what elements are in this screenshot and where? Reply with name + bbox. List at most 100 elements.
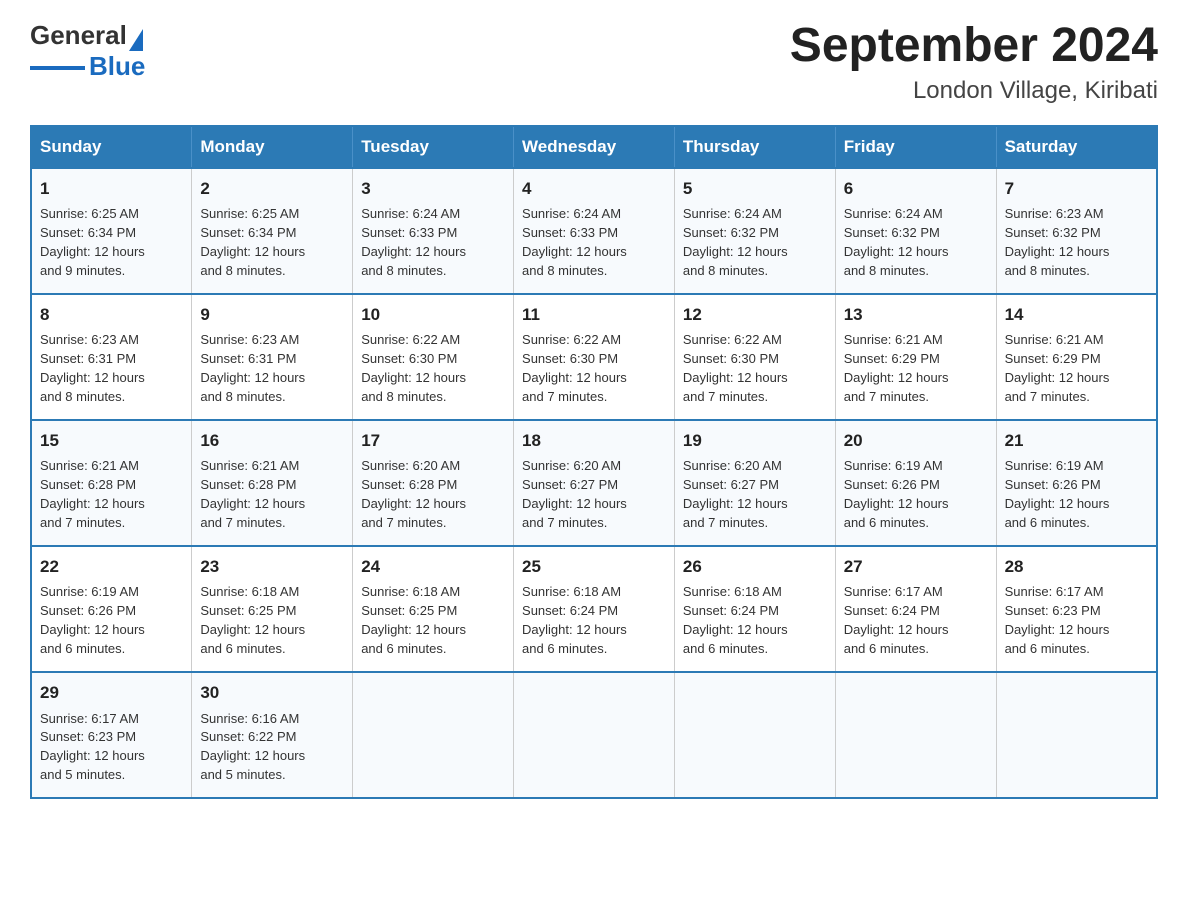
day-info: Sunrise: 6:20 AMSunset: 6:27 PMDaylight:… bbox=[522, 457, 666, 532]
header-day-sunday: Sunday bbox=[31, 126, 192, 168]
calendar-table: SundayMondayTuesdayWednesdayThursdayFrid… bbox=[30, 125, 1158, 799]
day-number: 7 bbox=[1005, 177, 1148, 202]
day-info: Sunrise: 6:17 AMSunset: 6:23 PMDaylight:… bbox=[40, 710, 183, 785]
day-cell: 12Sunrise: 6:22 AMSunset: 6:30 PMDayligh… bbox=[674, 294, 835, 420]
day-info: Sunrise: 6:25 AMSunset: 6:34 PMDaylight:… bbox=[40, 205, 183, 280]
day-info: Sunrise: 6:23 AMSunset: 6:31 PMDaylight:… bbox=[40, 331, 183, 406]
day-cell: 6 Sunrise: 6:24 AMSunset: 6:32 PMDaylight… bbox=[835, 168, 996, 294]
day-number: 26 bbox=[683, 555, 827, 580]
day-cell: 13 Sunrise: 6:21 AMSunset: 6:29 PMDayligh… bbox=[835, 294, 996, 420]
day-info: Sunrise: 6:24 AMSunset: 6:33 PMDaylight:… bbox=[361, 205, 505, 280]
day-cell: 20Sunrise: 6:19 AMSunset: 6:26 PMDayligh… bbox=[835, 420, 996, 546]
header-day-wednesday: Wednesday bbox=[514, 126, 675, 168]
week-row-3: 15Sunrise: 6:21 AMSunset: 6:28 PMDayligh… bbox=[31, 420, 1157, 546]
day-number: 30 bbox=[200, 681, 344, 706]
day-info: Sunrise: 6:23 AMSunset: 6:31 PMDaylight:… bbox=[200, 331, 344, 406]
day-cell: 24Sunrise: 6:18 AMSunset: 6:25 PMDayligh… bbox=[353, 546, 514, 672]
week-row-1: 1 Sunrise: 6:25 AMSunset: 6:34 PMDaylight… bbox=[31, 168, 1157, 294]
day-cell bbox=[514, 672, 675, 798]
day-cell: 11 Sunrise: 6:22 AMSunset: 6:30 PMDayligh… bbox=[514, 294, 675, 420]
day-cell: 22Sunrise: 6:19 AMSunset: 6:26 PMDayligh… bbox=[31, 546, 192, 672]
day-number: 18 bbox=[522, 429, 666, 454]
day-info: Sunrise: 6:21 AMSunset: 6:29 PMDaylight:… bbox=[844, 331, 988, 406]
day-cell: 25 Sunrise: 6:18 AMSunset: 6:24 PMDayligh… bbox=[514, 546, 675, 672]
header-row: SundayMondayTuesdayWednesdayThursdayFrid… bbox=[31, 126, 1157, 168]
calendar-title: September 2024 bbox=[790, 20, 1158, 73]
day-cell: 18 Sunrise: 6:20 AMSunset: 6:27 PMDayligh… bbox=[514, 420, 675, 546]
day-info: Sunrise: 6:21 AMSunset: 6:29 PMDaylight:… bbox=[1005, 331, 1148, 406]
day-cell: 23 Sunrise: 6:18 AMSunset: 6:25 PMDayligh… bbox=[192, 546, 353, 672]
day-info: Sunrise: 6:20 AMSunset: 6:28 PMDaylight:… bbox=[361, 457, 505, 532]
day-number: 5 bbox=[683, 177, 827, 202]
day-info: Sunrise: 6:22 AMSunset: 6:30 PMDaylight:… bbox=[522, 331, 666, 406]
header-day-thursday: Thursday bbox=[674, 126, 835, 168]
day-info: Sunrise: 6:20 AMSunset: 6:27 PMDaylight:… bbox=[683, 457, 827, 532]
week-row-4: 22Sunrise: 6:19 AMSunset: 6:26 PMDayligh… bbox=[31, 546, 1157, 672]
week-row-2: 8 Sunrise: 6:23 AMSunset: 6:31 PMDaylight… bbox=[31, 294, 1157, 420]
day-cell bbox=[996, 672, 1157, 798]
week-row-5: 29 Sunrise: 6:17 AMSunset: 6:23 PMDayligh… bbox=[31, 672, 1157, 798]
day-number: 17 bbox=[361, 429, 505, 454]
logo-text-general: General bbox=[30, 20, 127, 51]
day-cell: 15Sunrise: 6:21 AMSunset: 6:28 PMDayligh… bbox=[31, 420, 192, 546]
day-cell: 2 Sunrise: 6:25 AMSunset: 6:34 PMDaylight… bbox=[192, 168, 353, 294]
header-day-tuesday: Tuesday bbox=[353, 126, 514, 168]
day-cell: 16Sunrise: 6:21 AMSunset: 6:28 PMDayligh… bbox=[192, 420, 353, 546]
day-cell: 1 Sunrise: 6:25 AMSunset: 6:34 PMDaylight… bbox=[31, 168, 192, 294]
logo-line bbox=[30, 66, 85, 70]
calendar-body: 1 Sunrise: 6:25 AMSunset: 6:34 PMDaylight… bbox=[31, 168, 1157, 798]
day-info: Sunrise: 6:16 AMSunset: 6:22 PMDaylight:… bbox=[200, 710, 344, 785]
title-block: September 2024 London Village, Kiribati bbox=[790, 20, 1158, 105]
day-number: 10 bbox=[361, 303, 505, 328]
day-number: 25 bbox=[522, 555, 666, 580]
day-number: 24 bbox=[361, 555, 505, 580]
day-cell: 19 Sunrise: 6:20 AMSunset: 6:27 PMDayligh… bbox=[674, 420, 835, 546]
day-cell: 17 Sunrise: 6:20 AMSunset: 6:28 PMDayligh… bbox=[353, 420, 514, 546]
day-info: Sunrise: 6:21 AMSunset: 6:28 PMDaylight:… bbox=[40, 457, 183, 532]
day-cell bbox=[835, 672, 996, 798]
day-number: 2 bbox=[200, 177, 344, 202]
header-day-friday: Friday bbox=[835, 126, 996, 168]
day-info: Sunrise: 6:19 AMSunset: 6:26 PMDaylight:… bbox=[1005, 457, 1148, 532]
header-day-monday: Monday bbox=[192, 126, 353, 168]
day-cell: 14Sunrise: 6:21 AMSunset: 6:29 PMDayligh… bbox=[996, 294, 1157, 420]
day-cell: 5Sunrise: 6:24 AMSunset: 6:32 PMDaylight… bbox=[674, 168, 835, 294]
day-info: Sunrise: 6:25 AMSunset: 6:34 PMDaylight:… bbox=[200, 205, 344, 280]
day-number: 28 bbox=[1005, 555, 1148, 580]
day-number: 9 bbox=[200, 303, 344, 328]
day-cell: 21Sunrise: 6:19 AMSunset: 6:26 PMDayligh… bbox=[996, 420, 1157, 546]
day-number: 13 bbox=[844, 303, 988, 328]
day-number: 1 bbox=[40, 177, 183, 202]
day-cell: 8 Sunrise: 6:23 AMSunset: 6:31 PMDaylight… bbox=[31, 294, 192, 420]
day-cell: 7 Sunrise: 6:23 AMSunset: 6:32 PMDaylight… bbox=[996, 168, 1157, 294]
day-info: Sunrise: 6:19 AMSunset: 6:26 PMDaylight:… bbox=[40, 583, 183, 658]
day-number: 12 bbox=[683, 303, 827, 328]
day-number: 3 bbox=[361, 177, 505, 202]
day-cell bbox=[674, 672, 835, 798]
day-number: 11 bbox=[522, 303, 666, 328]
logo-triangle-icon bbox=[129, 29, 143, 51]
day-number: 8 bbox=[40, 303, 183, 328]
day-number: 20 bbox=[844, 429, 988, 454]
day-cell: 10Sunrise: 6:22 AMSunset: 6:30 PMDayligh… bbox=[353, 294, 514, 420]
day-number: 23 bbox=[200, 555, 344, 580]
day-info: Sunrise: 6:18 AMSunset: 6:25 PMDaylight:… bbox=[200, 583, 344, 658]
day-info: Sunrise: 6:17 AMSunset: 6:23 PMDaylight:… bbox=[1005, 583, 1148, 658]
day-info: Sunrise: 6:23 AMSunset: 6:32 PMDaylight:… bbox=[1005, 205, 1148, 280]
day-info: Sunrise: 6:24 AMSunset: 6:32 PMDaylight:… bbox=[844, 205, 988, 280]
day-info: Sunrise: 6:24 AMSunset: 6:33 PMDaylight:… bbox=[522, 205, 666, 280]
day-info: Sunrise: 6:18 AMSunset: 6:24 PMDaylight:… bbox=[522, 583, 666, 658]
day-cell: 9 Sunrise: 6:23 AMSunset: 6:31 PMDaylight… bbox=[192, 294, 353, 420]
page-header: General Blue September 2024 London Villa… bbox=[30, 20, 1158, 105]
logo: General Blue bbox=[30, 20, 145, 82]
day-number: 4 bbox=[522, 177, 666, 202]
header-day-saturday: Saturday bbox=[996, 126, 1157, 168]
day-number: 6 bbox=[844, 177, 988, 202]
day-number: 19 bbox=[683, 429, 827, 454]
calendar-subtitle: London Village, Kiribati bbox=[790, 77, 1158, 105]
day-number: 27 bbox=[844, 555, 988, 580]
day-number: 29 bbox=[40, 681, 183, 706]
day-cell: 30 Sunrise: 6:16 AMSunset: 6:22 PMDayligh… bbox=[192, 672, 353, 798]
day-cell bbox=[353, 672, 514, 798]
day-cell: 26Sunrise: 6:18 AMSunset: 6:24 PMDayligh… bbox=[674, 546, 835, 672]
